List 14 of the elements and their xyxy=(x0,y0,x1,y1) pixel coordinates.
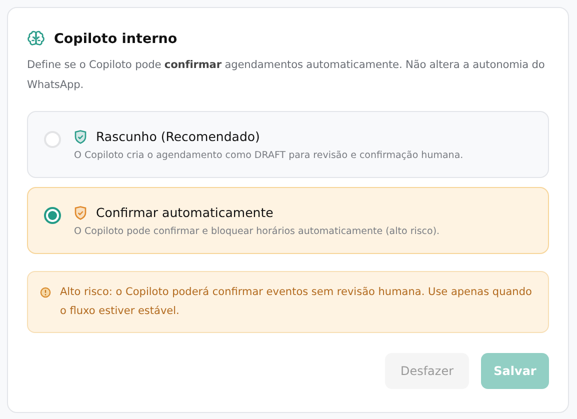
warning-text: Alto risco: o Copiloto poderá confirmar eventos sem revisão humana. Use apenas quando o fluxo estiver estável. xyxy=(60,285,533,319)
shield-check-icon xyxy=(74,130,87,144)
option-description: O Copiloto pode confirmar e bloquear horários automaticamente (alto risco). xyxy=(74,226,440,237)
radio-button[interactable] xyxy=(44,207,61,224)
warning-icon xyxy=(40,287,51,298)
option-description: O Copiloto cria o agendamento como DRAFT para revisão e confirmação humana. xyxy=(74,150,464,161)
section-title: Copiloto interno xyxy=(54,31,178,47)
option-label: Confirmar automaticamente xyxy=(96,205,274,220)
option-label: Rascunho (Recomendado) xyxy=(96,129,260,144)
shield-check-icon xyxy=(74,206,87,220)
brain-icon xyxy=(27,30,45,48)
section-description: Define se o Copiloto pode confirmar agendamentos automaticamente. Não altera a autonomia do WhatsApp. xyxy=(27,58,546,93)
option-card[interactable]: Confirmar automaticamente O Copiloto pode confirmar e bloquear horários automaticamente (alto risco). xyxy=(27,187,549,254)
option-card[interactable]: Rascunho (Recomendado) O Copiloto cria o agendamento como DRAFT para revisão e confirmação humana. xyxy=(27,111,549,178)
